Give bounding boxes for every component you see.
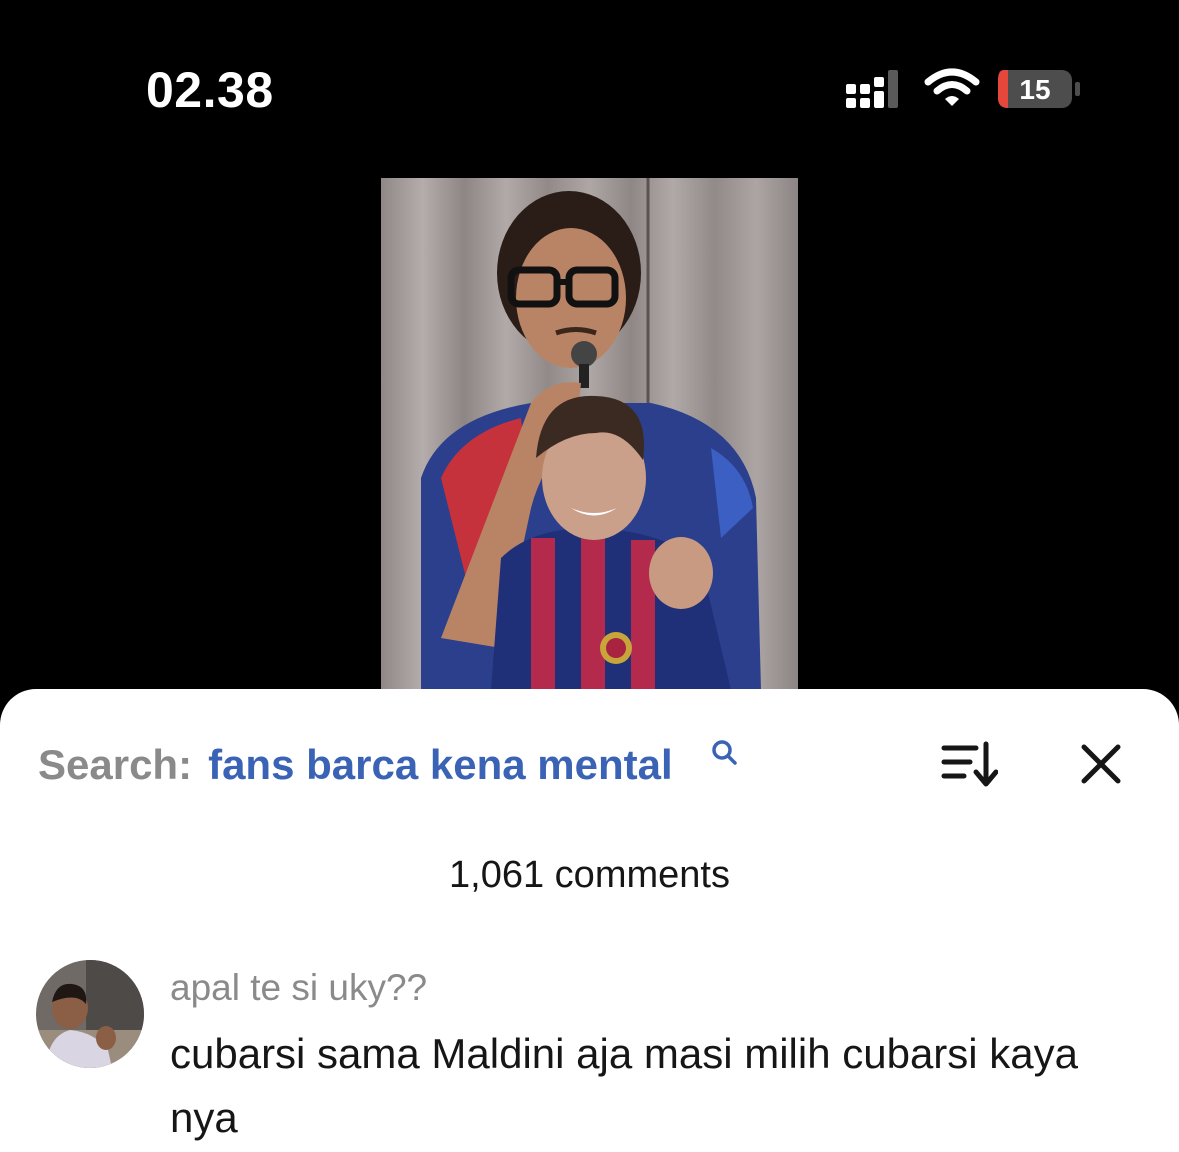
video-thumbnail[interactable] [381,178,798,690]
wifi-icon [924,68,980,106]
status-bar: 02.38 15 [0,0,1179,150]
close-icon[interactable] [1080,743,1122,785]
battery-level: 15 [1019,74,1050,105]
avatar[interactable] [36,960,144,1068]
sort-icon[interactable] [940,740,998,788]
search-label: Search: [38,741,193,788]
battery-icon: 15 [998,70,1080,108]
comments-count: 1,061 comments [449,854,730,896]
status-time: 02.38 [146,62,274,118]
search-term-link[interactable]: fans barca kena mental [208,740,673,790]
avatar-image [36,960,144,1068]
search-icon[interactable] [710,738,738,766]
search-bar[interactable]: Search: fans barca kena mental [38,740,673,790]
signal-icon [846,70,898,108]
video-thumbnail-image [381,178,798,690]
comment-text: cubarsi sama Maldini aja masi milih cuba… [170,1030,1079,1141]
comment-username[interactable]: apal te si uky?? [170,965,427,1011]
